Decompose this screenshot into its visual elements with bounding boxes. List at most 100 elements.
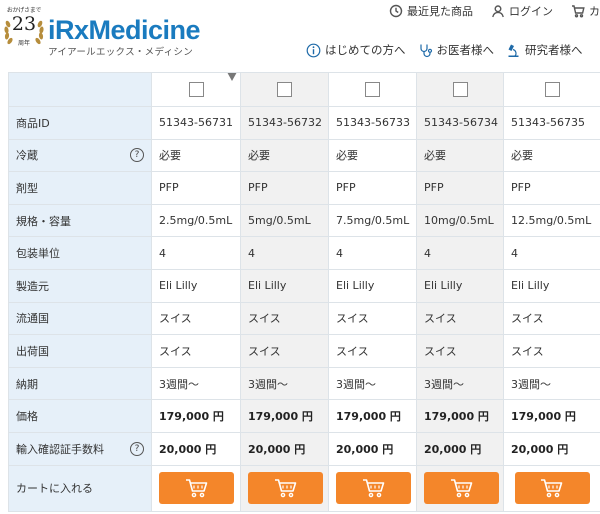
table-cell: PFP [503, 171, 600, 205]
table-cell: PFP [151, 171, 241, 205]
table-cell: 10mg/0.5mL [416, 203, 504, 238]
table-cell: 3週間～ [240, 366, 329, 401]
brand-name: iRxMedicine [48, 15, 201, 45]
login-link[interactable]: ログイン [491, 3, 553, 19]
table-cell: 51343-56734 [416, 106, 504, 140]
add-to-cart-button[interactable] [336, 472, 411, 505]
add-to-cart-button[interactable] [248, 472, 323, 505]
row-label-cell: 流通国 [8, 301, 152, 336]
product-checkbox[interactable] [452, 82, 468, 97]
add-to-cart-button[interactable] [159, 472, 234, 505]
brand-kana: アイアールエックス・メディシン [48, 47, 194, 58]
row-label: 規格・容量 [16, 214, 71, 228]
researchers-link[interactable]: 研究者様へ [506, 42, 583, 58]
anniversary-suffix: 周年 [17, 40, 30, 47]
table-cell: 必要 [416, 138, 504, 173]
table-cell: 必要 [503, 138, 600, 173]
select-cell [151, 72, 241, 107]
table-cell: PFP [416, 171, 504, 205]
row-label-cell: 包装単位 [8, 236, 152, 270]
cart-cell [328, 464, 417, 512]
table-cell: 51343-56735 [503, 106, 600, 140]
row-label: 出荷国 [16, 344, 49, 358]
sort-arrow-icon[interactable] [227, 73, 237, 81]
row-label: 冷蔵 [16, 149, 38, 163]
cart-label: カ [589, 5, 600, 18]
add-to-cart-button[interactable] [424, 472, 499, 505]
table-cell: Eli Lilly [240, 268, 329, 303]
table-cell: 179,000 円 [151, 399, 241, 433]
brand: iRxMedicine アイアールエックス・メディシン [48, 15, 201, 59]
cart-cell [240, 464, 329, 512]
row-label-cell: 出荷国 [8, 334, 152, 368]
table-cell: 必要 [328, 138, 417, 173]
table-cell: スイス [503, 334, 600, 368]
table-cell: スイス [503, 301, 600, 336]
table-cell: スイス [416, 334, 504, 368]
table-cell: 20,000 円 [416, 431, 504, 466]
select-row-label [8, 72, 152, 107]
table-cell: 179,000 円 [503, 399, 600, 433]
stethoscope-icon [419, 44, 432, 57]
table-cell: PFP [328, 171, 417, 205]
add-to-cart-row: カートに入れる [8, 464, 600, 512]
table-cell: Eli Lilly [151, 268, 241, 303]
row-label: 流通国 [16, 312, 49, 326]
table-row: 包装単位 4 4 4 4 4 [8, 236, 600, 270]
product-checkbox[interactable] [544, 82, 560, 97]
row-label: 輸入確認証手数料 [16, 442, 104, 456]
login-label: ログイン [509, 5, 553, 18]
user-icon [492, 5, 504, 18]
recently-viewed-link[interactable]: 最近見た商品 [389, 3, 473, 19]
table-row: 出荷国 スイス スイス スイス スイス スイス [8, 334, 600, 368]
select-cell [503, 72, 600, 107]
row-label-cell: 価格 [8, 399, 152, 433]
row-label: 商品ID [16, 116, 50, 130]
table-cell: 179,000 円 [240, 399, 329, 433]
table-cell: 4 [503, 236, 600, 270]
doctors-link[interactable]: お医者様へ [418, 42, 495, 58]
product-checkbox[interactable] [365, 82, 380, 97]
table-cell: 4 [240, 236, 329, 270]
row-label-cell: 商品ID [8, 106, 152, 140]
table-cell: 4 [151, 236, 241, 270]
first-time-link[interactable]: はじめての方へ [306, 42, 406, 58]
table-row: 規格・容量 2.5mg/0.5mL 5mg/0.5mL 7.5mg/0.5mL 10mg… [8, 203, 600, 238]
row-label: 包装単位 [16, 247, 60, 261]
table-cell: スイス [240, 301, 329, 336]
cart-icon [362, 479, 384, 498]
table-cell: 179,000 円 [416, 399, 504, 433]
add-to-cart-button[interactable] [514, 472, 590, 505]
row-label-cell: 納期 [8, 366, 152, 401]
table-cell: Eli Lilly [503, 268, 600, 303]
anniversary-badge: おかげさまで 23 周年 [2, 2, 46, 58]
table-cell: スイス [416, 301, 504, 336]
site-logo[interactable]: おかげさまで 23 周年 iRxMedicine アイアールエックス・メディシン [2, 2, 201, 59]
cart-link[interactable]: カ [571, 3, 600, 19]
table-row: 流通国 スイス スイス スイス スイス スイス [8, 301, 600, 336]
row-label-cell: 規格・容量 [8, 203, 152, 238]
help-icon[interactable]: ? [130, 441, 144, 456]
table-cell: 3週間～ [151, 366, 241, 401]
table-cell: 必要 [240, 138, 329, 173]
product-checkbox[interactable] [277, 82, 292, 97]
audience-nav: はじめての方へ お医者様へ 研究者様へ [306, 40, 595, 60]
table-cell: 7.5mg/0.5mL [328, 203, 417, 238]
product-checkbox[interactable] [188, 82, 204, 97]
first-time-label: はじめての方へ [325, 43, 406, 57]
table-cell: 20,000 円 [151, 431, 241, 466]
table-cell: 3週間～ [416, 366, 504, 401]
help-icon[interactable]: ? [130, 148, 144, 163]
cart-icon [572, 5, 585, 18]
table-cell: 4 [416, 236, 504, 270]
row-label-cell: 冷蔵? [8, 138, 152, 173]
product-comparison-table: 商品ID 51343-56731 51343-56732 51343-56733 513… [8, 72, 600, 512]
table-cell: 179,000 円 [328, 399, 417, 433]
select-cell [416, 72, 504, 107]
table-cell: 3週間～ [503, 366, 600, 401]
table-cell: 51343-56731 [151, 106, 241, 140]
table-cell: 4 [328, 236, 417, 270]
recently-viewed-label: 最近見た商品 [407, 5, 473, 18]
table-cell: 20,000 円 [503, 431, 600, 466]
doctors-label: お医者様へ [436, 43, 495, 57]
